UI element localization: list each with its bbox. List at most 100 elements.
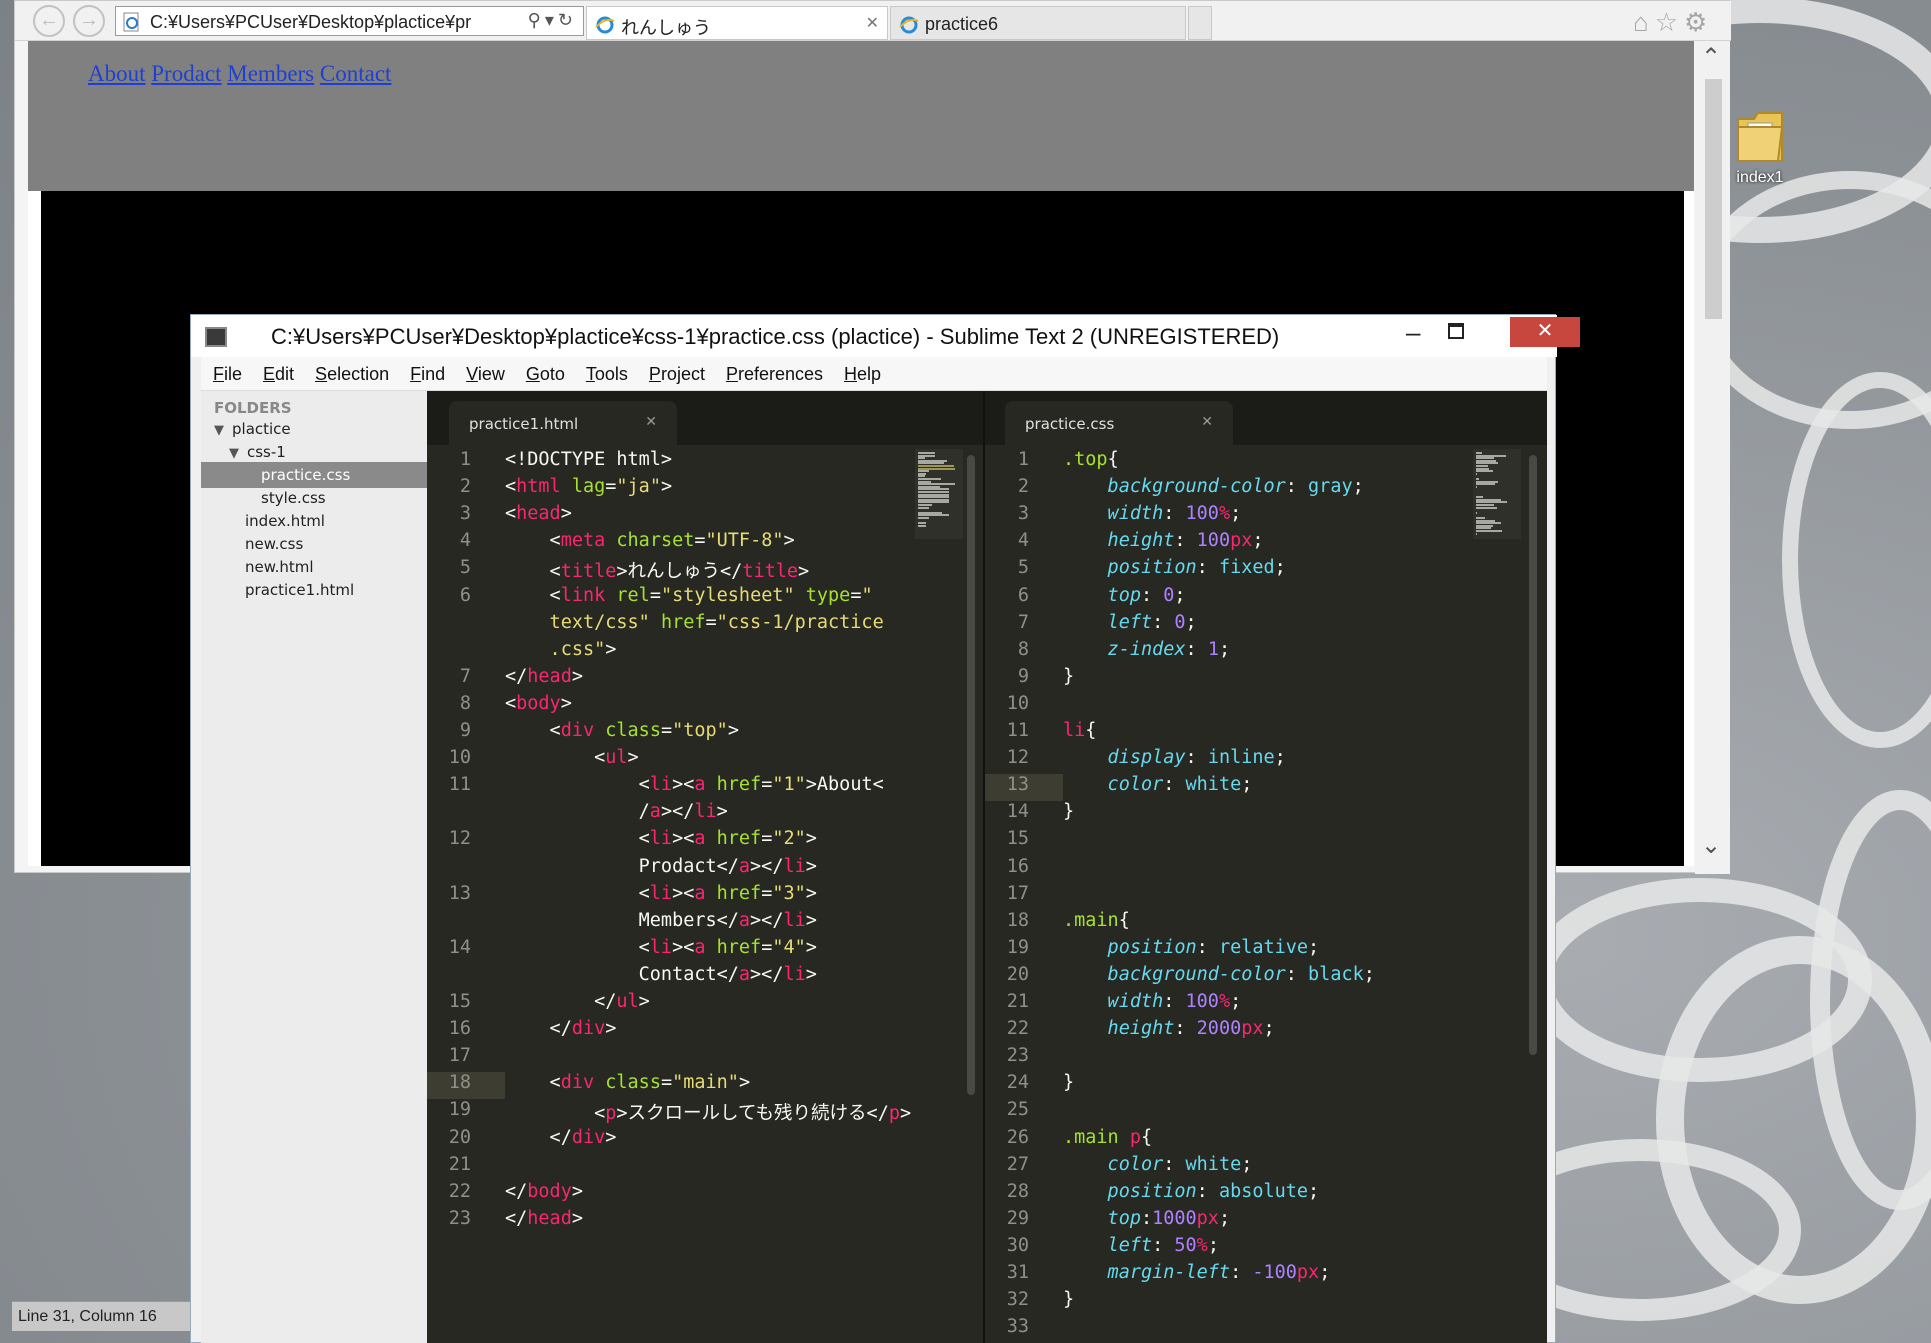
menu-edit[interactable]: Edit [251, 357, 303, 385]
code-line[interactable]: position: absolute; [1063, 1181, 1320, 1208]
code-line[interactable]: left: 0; [1063, 612, 1197, 639]
code-line[interactable]: height: 100px; [1063, 530, 1264, 557]
dropdown-icon[interactable]: ▾ [545, 10, 558, 30]
code-line[interactable]: .main{ [1063, 910, 1130, 937]
code-line[interactable]: li{ [1063, 720, 1096, 747]
code-line[interactable]: </div> [505, 1018, 617, 1045]
menu-preferences[interactable]: Preferences [714, 357, 832, 385]
code-line[interactable]: .css"> [505, 639, 617, 666]
scroll-up-icon[interactable]: ⌃ [1701, 43, 1721, 72]
maximize-icon[interactable] [1448, 323, 1464, 339]
code-line[interactable]: <title>れんしゅう</title> [505, 557, 810, 584]
code-line[interactable]: <li><a href="2"> [505, 828, 817, 855]
code-line[interactable]: <li><a href="1">About< [505, 774, 884, 801]
nav-link-contact[interactable]: Contact [320, 61, 392, 86]
code-line[interactable]: Contact</a></li> [505, 964, 817, 991]
code-line[interactable]: <link rel="stylesheet" type=" [505, 585, 873, 612]
gear-icon[interactable]: ⚙ [1684, 7, 1713, 37]
new-tab-button[interactable] [1188, 6, 1212, 40]
code-line[interactable]: <body> [505, 693, 572, 720]
menu-file[interactable]: File [201, 357, 251, 385]
close-icon[interactable]: ✕ [645, 414, 657, 430]
editor-tab-practice-css[interactable]: practice.css ✕ [1005, 401, 1233, 445]
code-line[interactable]: left: 50%; [1063, 1235, 1219, 1262]
nav-link-about[interactable]: About [88, 61, 146, 86]
code-line[interactable]: color: white; [1063, 1154, 1253, 1181]
code-line[interactable]: <head> [505, 503, 572, 530]
code-line[interactable]: <li><a href="4"> [505, 937, 817, 964]
code-line[interactable]: text/css" href="css-1/practice [505, 612, 884, 639]
code-line[interactable]: </head> [505, 666, 583, 693]
code-line[interactable]: </ul> [505, 991, 650, 1018]
address-text[interactable]: C:¥Users¥PCUser¥Desktop¥plactice¥pr [150, 12, 490, 33]
code-line[interactable]: <ul> [505, 747, 639, 774]
code-line[interactable]: } [1063, 666, 1074, 693]
menu-selection[interactable]: Selection [303, 357, 398, 385]
scroll-thumb[interactable] [1705, 79, 1722, 319]
code-line[interactable]: } [1063, 801, 1074, 828]
code-line[interactable]: <html lag="ja"> [505, 476, 672, 503]
code-line[interactable]: height: 2000px; [1063, 1018, 1275, 1045]
menu-goto[interactable]: Goto [514, 357, 574, 385]
editor-pane-left[interactable]: 1 2 3 4 5 6 7 8 9 10 11 12 13 14 15 16 17 18 19 20 21 22 23 <!… [427, 445, 983, 1343]
nav-link-prodact[interactable]: Prodact [151, 61, 221, 86]
code-line[interactable]: </body> [505, 1181, 583, 1208]
browser-tab[interactable]: practice6 [890, 6, 1186, 40]
address-bar[interactable]: C:¥Users¥PCUser¥Desktop¥plactice¥pr ⚲▾↻ [115, 6, 584, 36]
code-line[interactable]: Members</a></li> [505, 910, 817, 937]
code-line[interactable]: </div> [505, 1127, 617, 1154]
close-window-button[interactable]: ✕ [1510, 317, 1580, 347]
scroll-down-icon[interactable]: ⌄ [1701, 831, 1721, 860]
home-icon[interactable]: ⌂ [1633, 7, 1655, 37]
code-line[interactable]: } [1063, 1072, 1074, 1099]
desktop-folder-index1[interactable]: index1 [1720, 105, 1800, 187]
close-icon[interactable]: ✕ [1201, 414, 1213, 430]
nav-link-members[interactable]: Members [227, 61, 314, 86]
menu-view[interactable]: View [454, 357, 514, 385]
menu-help[interactable]: Help [832, 357, 890, 385]
editor-scrollbar[interactable] [967, 455, 975, 1095]
minimize-icon[interactable]: – [1406, 317, 1420, 348]
code-line[interactable]: /a></li> [505, 801, 728, 828]
code-line[interactable]: .main p{ [1063, 1127, 1152, 1154]
menu-project[interactable]: Project [637, 357, 714, 385]
code-line[interactable]: margin-left: -100px; [1063, 1262, 1331, 1289]
code-line[interactable]: background-color: black; [1063, 964, 1375, 991]
editor-scrollbar[interactable] [1529, 455, 1537, 1055]
code-line[interactable]: <meta charset="UTF-8"> [505, 530, 795, 557]
menu-tools[interactable]: Tools [574, 357, 637, 385]
code-line[interactable]: <li><a href="3"> [505, 883, 817, 910]
code-line[interactable]: .top{ [1063, 449, 1119, 476]
code-line[interactable]: display: inline; [1063, 747, 1286, 774]
code-line[interactable]: <div class="main"> [505, 1072, 751, 1099]
code-line[interactable]: } [1063, 1289, 1074, 1316]
code-line[interactable]: <div class="top"> [505, 720, 739, 747]
code-line[interactable]: z-index: 1; [1063, 639, 1231, 666]
refresh-icon[interactable]: ↻ [558, 10, 577, 30]
search-icon[interactable]: ⚲ [528, 10, 545, 30]
code-line[interactable]: <p>スクロールしても残り続ける</p> [505, 1099, 911, 1126]
browser-scrollbar[interactable]: ⌃ ⌄ [1695, 41, 1730, 874]
code-line[interactable]: width: 100%; [1063, 503, 1242, 530]
code-line[interactable]: width: 100%; [1063, 991, 1242, 1018]
code-line[interactable]: background-color: gray; [1063, 476, 1364, 503]
minimap[interactable] [915, 449, 963, 539]
code-line[interactable]: Prodact</a></li> [505, 856, 817, 883]
code-line[interactable]: top: 0; [1063, 585, 1186, 612]
favorites-icon[interactable]: ☆ [1655, 7, 1684, 37]
editor-pane-right[interactable]: 1 2 3 4 5 6 7 8 9 10 11 12 13 14 15 16 17 18 19 20 21 22 23 24 2… [985, 445, 1547, 1343]
code-line[interactable]: position: relative; [1063, 937, 1320, 964]
browser-tab-active[interactable]: れんしゅう ✕ [586, 6, 888, 40]
editor-tab-practice1-html[interactable]: practice1.html ✕ [449, 401, 677, 445]
sidebar-item-practice1-html[interactable]: practice1.html [201, 577, 427, 603]
code-line[interactable]: <!DOCTYPE html> [505, 449, 672, 476]
forward-button[interactable]: → [73, 5, 105, 37]
code-line[interactable]: color: white; [1063, 774, 1253, 801]
minimap[interactable] [1473, 449, 1521, 539]
close-icon[interactable]: ✕ [866, 13, 879, 33]
address-tools[interactable]: ⚲▾↻ [528, 10, 577, 31]
back-button[interactable]: ← [33, 5, 65, 37]
code-line[interactable]: top:1000px; [1063, 1208, 1231, 1235]
code-line[interactable]: </head> [505, 1208, 583, 1235]
code-line[interactable]: position: fixed; [1063, 557, 1286, 584]
